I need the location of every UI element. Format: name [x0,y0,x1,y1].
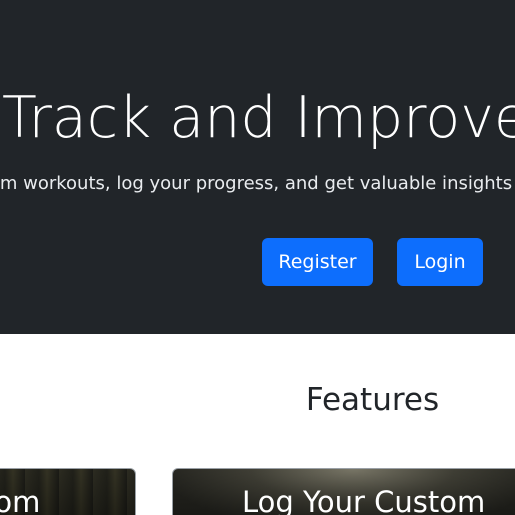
hero-title: Track and Improve [2,85,515,151]
hero-section: Track and Improve m workouts, log your p… [0,0,515,334]
feature-card-title: tom [0,485,41,515]
feature-card[interactable]: Log Your Custom [172,468,515,515]
feature-card-title: Log Your Custom [242,485,486,515]
login-button[interactable]: Login [397,238,483,286]
features-heading: Features [305,382,440,418]
page: Track and Improve m workouts, log your p… [0,0,515,515]
register-button[interactable]: Register [262,238,373,286]
hero-subtitle: m workouts, log your progress, and get v… [0,173,513,194]
feature-card[interactable]: tom [0,468,136,515]
